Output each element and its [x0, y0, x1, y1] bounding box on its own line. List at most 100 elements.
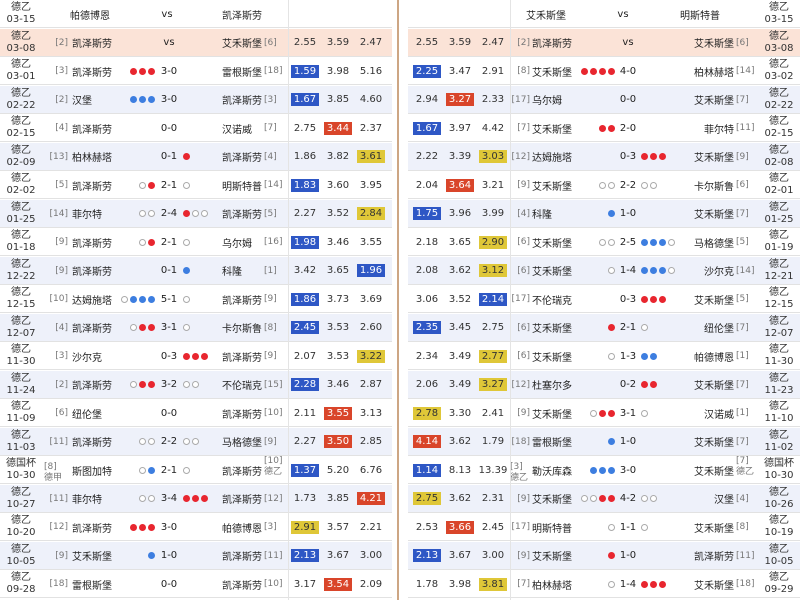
home-team-name[interactable]: 明斯特普 [532, 520, 572, 535]
away-team-name[interactable]: 凯泽斯劳 [222, 349, 262, 364]
score-value[interactable]: vs [163, 37, 174, 48]
league-name[interactable]: 德乙 [11, 401, 31, 413]
home-team-name[interactable]: 艾禾斯堡 [532, 548, 572, 563]
away-team-name[interactable]: 柏林赫塔 [694, 64, 734, 79]
away-team-name[interactable]: 凯泽斯劳 [222, 406, 262, 421]
home-team-name[interactable]: 菲尔特 [72, 206, 102, 221]
match-row[interactable]: 德乙 12-22 [9] 凯泽斯劳 0-1 科隆 [1] 3.42 3.65 1.96 [0, 256, 392, 285]
away-team-name[interactable]: 汉诺威 [222, 121, 252, 136]
match-row[interactable]: 1.78 3.98 3.81 [7] 柏林赫塔 1-4 艾禾斯堡 [18] 德乙 09-29 [408, 570, 800, 598]
league-name[interactable]: 德乙 [11, 116, 31, 128]
home-team-name[interactable]: 凯泽斯劳 [72, 121, 112, 136]
match-row[interactable]: 2.22 3.39 3.03 [12] 达姆施塔 0-3 艾禾斯堡 [9] 德乙 02-08 [408, 142, 800, 171]
home-team-name[interactable]: 达姆施塔 [532, 149, 572, 164]
score-value[interactable]: 3-1 [161, 322, 177, 333]
home-team-name[interactable]: 汉堡 [72, 92, 92, 107]
score-value[interactable]: 1-4 [620, 265, 636, 276]
away-team-name[interactable]: 明斯特普 [222, 178, 262, 193]
league-name[interactable]: 德乙 [769, 344, 789, 356]
league-name[interactable]: 德乙 [769, 572, 789, 584]
match-row[interactable]: 2.06 3.49 3.27 [12] 杜塞尔多 0-2 艾禾斯堡 [7] 德乙 11-23 [408, 370, 800, 399]
score-value[interactable]: 2-1 [161, 237, 177, 248]
score-value[interactable]: 1-0 [620, 208, 636, 219]
league-name[interactable]: 德乙 [769, 487, 789, 499]
score-value[interactable]: 2-5 [620, 237, 636, 248]
league-name[interactable]: 德乙 [769, 88, 789, 100]
match-row[interactable]: 2.94 3.27 2.33 [17] 乌尔姆 0-0 艾禾斯堡 [7] 德乙 02-22 [408, 85, 800, 114]
home-team-name[interactable]: 艾禾斯堡 [526, 7, 566, 22]
score-value[interactable]: 2-1 [161, 465, 177, 476]
home-team-name[interactable]: 凯泽斯劳 [72, 178, 112, 193]
league-name[interactable]: 德国杯 [764, 458, 794, 470]
away-team-name[interactable]: 卡尔斯鲁 [694, 178, 734, 193]
away-team-name[interactable]: 凯泽斯劳 [222, 7, 262, 22]
away-team-name[interactable]: 凯泽斯劳 [222, 292, 262, 307]
match-row[interactable]: 2.13 3.67 3.00 [9] 艾禾斯堡 1-0 凯泽斯劳 [11] 德乙 10-05 [408, 541, 800, 570]
match-row[interactable]: 2.25 3.47 2.91 [8] 艾禾斯堡 4-0 柏林赫塔 [14] 德乙 03-02 [408, 57, 800, 85]
score-value[interactable]: 3-0 [161, 94, 177, 105]
away-team-name[interactable]: 艾禾斯堡 [694, 92, 734, 107]
league-name[interactable]: 德乙 [769, 230, 789, 242]
home-team-name[interactable]: 凯泽斯劳 [72, 35, 112, 50]
away-team-name[interactable]: 马格德堡 [694, 235, 734, 250]
away-team-name[interactable]: 凯泽斯劳 [222, 206, 262, 221]
league-name[interactable]: 德乙 [11, 287, 31, 299]
league-name[interactable]: 德乙 [11, 59, 31, 71]
home-team-name[interactable]: 艾禾斯堡 [532, 349, 572, 364]
score-value[interactable]: 3-0 [161, 66, 177, 77]
league-name[interactable]: 德乙 [769, 116, 789, 128]
score-value[interactable]: 2-0 [620, 123, 636, 134]
league-name[interactable]: 德乙 [769, 145, 789, 157]
league-name[interactable]: 德乙 [11, 31, 31, 43]
league-name[interactable]: 德乙 [11, 487, 31, 499]
match-row[interactable]: 德乙 10-27 [11] 菲尔特 3-4 凯泽斯劳 [12] 1.73 3.85 4.21 [0, 484, 392, 513]
match-row[interactable]: 2.75 3.62 2.31 [9] 艾禾斯堡 4-2 汉堡 [4] 德乙 10-26 [408, 484, 800, 513]
score-value[interactable]: 2-1 [620, 322, 636, 333]
home-team-name[interactable]: 艾禾斯堡 [532, 178, 572, 193]
home-team-name[interactable]: 纽伦堡 [72, 406, 102, 421]
league-name[interactable]: 德乙 [11, 344, 31, 356]
league-name[interactable]: 德乙 [11, 430, 31, 442]
match-row[interactable]: 1.67 3.97 4.42 [7] 艾禾斯堡 2-0 菲尔特 [11] 德乙 02-15 [408, 114, 800, 142]
away-team-name[interactable]: 马格德堡 [222, 434, 262, 449]
score-value[interactable]: 2-4 [161, 208, 177, 219]
away-team-name[interactable]: 凯泽斯劳 [222, 463, 262, 478]
score-value[interactable]: 3-2 [161, 379, 177, 390]
score-value[interactable]: 1-3 [620, 351, 636, 362]
match-row[interactable]: 1.14 8.13 13.39 [3] 德乙 勒沃库森 3-0 艾禾斯堡 [7] 德乙 德国杯 10-… [408, 456, 800, 484]
league-name[interactable]: 德乙 [769, 401, 789, 413]
away-team-name[interactable]: 凯泽斯劳 [694, 548, 734, 563]
league-name[interactable]: 德乙 [769, 202, 789, 214]
match-row[interactable]: 德乙 11-03 [11] 凯泽斯劳 2-2 马格德堡 [9] 2.27 3.50 2.85 [0, 427, 392, 456]
away-team-name[interactable]: 凯泽斯劳 [222, 548, 262, 563]
away-team-name[interactable]: 艾禾斯堡 [694, 149, 734, 164]
league-name[interactable]: 德乙 [769, 515, 789, 527]
league-name[interactable]: 德乙 [11, 544, 31, 556]
score-value[interactable]: 0-1 [161, 265, 177, 276]
score-value[interactable]: 0-3 [620, 151, 636, 162]
home-team-name[interactable]: 帕德博恩 [70, 7, 110, 22]
home-team-name[interactable]: 沙尔克 [72, 349, 102, 364]
match-row[interactable]: 德乙 11-24 [2] 凯泽斯劳 3-2 不伦瑞克 [15] 2.28 3.46 2.87 [0, 370, 392, 399]
home-team-name[interactable]: 达姆施塔 [72, 292, 112, 307]
score-value[interactable]: 5-1 [161, 294, 177, 305]
match-row[interactable]: 德乙 09-28 [18] 雷根斯堡 0-0 凯泽斯劳 [10] 3.17 3.54 2.09 [0, 570, 392, 598]
league-name[interactable]: 德乙 [769, 259, 789, 271]
match-row[interactable]: 4.14 3.62 1.79 [18] 雷根斯堡 1-0 艾禾斯堡 [7] 德乙 11-02 [408, 427, 800, 456]
match-row[interactable]: 2.55 3.59 2.47 [2] 凯泽斯劳 vs 艾禾斯堡 [6] 德乙 03-08 [408, 28, 800, 57]
home-team-name[interactable]: 勒沃库森 [532, 463, 572, 478]
home-team-name[interactable]: 凯泽斯劳 [72, 320, 112, 335]
match-row[interactable]: 德乙 12-07 [4] 凯泽斯劳 3-1 卡尔斯鲁 [8] 2.45 3.53 2.60 [0, 313, 392, 342]
score-value[interactable]: vs [622, 37, 633, 48]
score-value[interactable]: 0-2 [620, 379, 636, 390]
home-team-name[interactable]: 艾禾斯堡 [532, 64, 572, 79]
match-row[interactable]: 1.75 3.96 3.99 [4] 科隆 1-0 艾禾斯堡 [7] 德乙 01-25 [408, 199, 800, 228]
away-team-name[interactable]: 艾禾斯堡 [694, 377, 734, 392]
league-name[interactable]: 德乙 [769, 173, 789, 185]
score-value[interactable]: 1-4 [620, 579, 636, 590]
score-value[interactable]: 1-1 [620, 522, 636, 533]
away-team-name[interactable]: 沙尔克 [704, 263, 734, 278]
league-name[interactable]: 德乙 [769, 544, 789, 556]
score-value[interactable]: 0-0 [161, 123, 177, 134]
league-name[interactable]: 德国杯 [6, 458, 36, 470]
